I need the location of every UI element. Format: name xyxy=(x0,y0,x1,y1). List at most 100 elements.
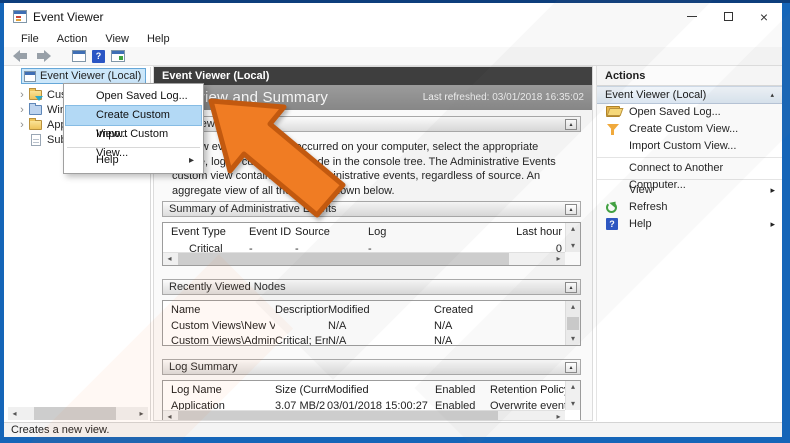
expand-chevron-icon[interactable]: › xyxy=(15,104,29,116)
column-header[interactable]: Size (Curre... xyxy=(275,384,327,396)
recent-section-title: Recently Viewed Nodes xyxy=(169,280,286,293)
logs-table-header: Log Name Size (Curre... Modified Enabled… xyxy=(163,381,580,399)
last-refreshed: Last refreshed: 03/01/2018 16:35:02 xyxy=(422,92,584,103)
column-header[interactable]: Log xyxy=(368,226,465,238)
menu-action[interactable]: Action xyxy=(48,33,97,45)
collapse-icon[interactable]: ▴ xyxy=(565,281,577,293)
actions-panel: Actions Event Viewer (Local) ▴ Open Save… xyxy=(596,66,782,421)
help-icon: ? xyxy=(606,218,618,230)
action-create-custom-view[interactable]: Create Custom View... xyxy=(597,121,782,138)
context-help[interactable]: Help ▸ xyxy=(66,151,201,170)
separator xyxy=(67,147,200,148)
summary-horizontal-scrollbar[interactable]: ◂ ▸ xyxy=(163,251,565,265)
forward-icon[interactable] xyxy=(35,50,52,62)
scroll-down-icon[interactable]: ▾ xyxy=(566,398,580,410)
logs-table: Log Name Size (Curre... Modified Enabled… xyxy=(162,379,581,420)
close-button[interactable]: × xyxy=(746,3,782,30)
scroll-right-icon[interactable]: ▸ xyxy=(135,409,148,418)
subscriptions-icon xyxy=(31,133,41,146)
column-header[interactable]: Log Name xyxy=(163,384,275,396)
applications-logs-icon xyxy=(29,117,42,130)
scroll-up-icon[interactable]: ▴ xyxy=(566,223,580,235)
table-row[interactable]: Custom Views\Administra Critical; Err N/… xyxy=(163,334,580,345)
actions-title: Actions xyxy=(597,66,782,86)
separator xyxy=(597,179,782,180)
scroll-right-icon[interactable]: ▸ xyxy=(552,254,565,263)
table-row[interactable]: Custom Views\New View N/A N/A xyxy=(163,319,580,334)
window-title: Event Viewer xyxy=(33,9,104,24)
column-header[interactable]: Name xyxy=(163,304,275,316)
show-console-tree-icon[interactable] xyxy=(72,50,86,62)
custom-views-icon xyxy=(29,87,43,101)
scroll-left-icon[interactable]: ◂ xyxy=(8,409,21,418)
context-menu: Open Saved Log... Create Custom View... … xyxy=(63,83,204,174)
context-import-custom-view[interactable]: Import Custom View... xyxy=(66,125,201,159)
breadcrumb: Event Viewer (Local) xyxy=(154,67,592,85)
toolbar: ? xyxy=(4,47,782,66)
scroll-left-icon[interactable]: ◂ xyxy=(163,412,176,420)
toolbar-help-icon[interactable]: ? xyxy=(92,49,105,63)
maximize-icon xyxy=(723,12,733,21)
action-help[interactable]: ? Help ▸ xyxy=(597,216,782,233)
scroll-left-icon[interactable]: ◂ xyxy=(163,254,176,263)
menu-help[interactable]: Help xyxy=(138,33,179,45)
scrollbar-thumb[interactable] xyxy=(178,252,509,265)
tree-root-label: Event Viewer (Local) xyxy=(40,70,142,82)
tutorial-arrow-overlay xyxy=(208,98,346,218)
action-connect-computer[interactable]: Connect to Another Computer... xyxy=(597,160,782,191)
collapse-icon[interactable]: ▴ xyxy=(565,203,577,215)
expand-chevron-icon[interactable]: › xyxy=(15,119,29,131)
actions-group-header[interactable]: Event Viewer (Local) ▴ xyxy=(597,86,782,104)
scrollbar-thumb[interactable] xyxy=(567,316,579,330)
column-header[interactable]: Modified xyxy=(327,384,435,396)
column-header[interactable]: Retention Policy xyxy=(490,384,565,396)
scrollbar-thumb[interactable] xyxy=(34,407,117,420)
scroll-down-icon[interactable]: ▾ xyxy=(566,333,580,345)
action-refresh[interactable]: Refresh xyxy=(597,199,782,216)
funnel-icon xyxy=(606,123,620,136)
open-folder-icon xyxy=(606,106,621,117)
scroll-down-icon[interactable]: ▾ xyxy=(566,240,580,252)
action-open-saved-log[interactable]: Open Saved Log... xyxy=(597,104,782,121)
summary-vertical-scrollbar[interactable]: ▴ ▾ xyxy=(565,222,580,252)
column-header[interactable]: Last hour xyxy=(465,226,562,238)
actions-group-label: Event Viewer (Local) xyxy=(605,89,707,101)
separator xyxy=(597,157,782,158)
tree-root-event-viewer[interactable]: Event Viewer (Local) xyxy=(21,68,147,84)
maximize-button[interactable] xyxy=(710,3,746,30)
action-view[interactable]: View ▸ xyxy=(597,182,782,199)
collapse-icon[interactable]: ▴ xyxy=(565,361,577,373)
context-create-custom-view[interactable]: Create Custom View... xyxy=(65,105,202,140)
menu-view[interactable]: View xyxy=(96,33,138,45)
recent-section-header[interactable]: Recently Viewed Nodes ▴ xyxy=(162,278,581,295)
back-icon[interactable] xyxy=(12,50,29,62)
collapse-icon[interactable]: ▴ xyxy=(770,87,774,104)
logs-horizontal-scrollbar[interactable]: ◂ ▸ xyxy=(163,409,565,420)
minimize-button[interactable] xyxy=(674,3,710,30)
scroll-up-icon[interactable]: ▴ xyxy=(566,381,580,393)
logs-vertical-scrollbar[interactable]: ▴ ▾ xyxy=(565,380,580,410)
action-import-custom-view[interactable]: Import Custom View... xyxy=(597,138,782,155)
show-action-pane-icon[interactable] xyxy=(111,50,125,62)
menu-bar: File Action View Help xyxy=(4,30,782,47)
scrollbar-thumb[interactable] xyxy=(178,410,498,420)
summary-table: Event Type Event ID Source Log Last hour… xyxy=(162,221,581,266)
column-header[interactable]: Created xyxy=(434,304,565,316)
logs-section-header[interactable]: Log Summary ▴ xyxy=(162,358,581,375)
recent-table: Name Description Modified Created Custom… xyxy=(162,299,581,346)
menu-file[interactable]: File xyxy=(12,33,48,45)
scroll-up-icon[interactable]: ▴ xyxy=(566,301,580,313)
scroll-right-icon[interactable]: ▸ xyxy=(552,412,565,420)
tree-horizontal-scrollbar[interactable]: ◂ ▸ xyxy=(8,407,148,420)
title-bar: Event Viewer × xyxy=(4,3,782,30)
collapse-icon[interactable]: ▴ xyxy=(565,119,577,130)
column-header[interactable]: Enabled xyxy=(435,384,490,396)
recent-vertical-scrollbar[interactable]: ▴ ▾ xyxy=(565,300,580,345)
column-header[interactable]: Modified xyxy=(328,304,434,316)
submenu-arrow-icon: ▸ xyxy=(770,185,775,195)
expand-chevron-icon[interactable]: › xyxy=(15,89,29,101)
event-viewer-icon xyxy=(24,70,36,82)
windows-logs-icon xyxy=(29,102,42,115)
column-header[interactable]: Description xyxy=(275,304,328,316)
context-open-saved-log[interactable]: Open Saved Log... xyxy=(66,87,201,106)
